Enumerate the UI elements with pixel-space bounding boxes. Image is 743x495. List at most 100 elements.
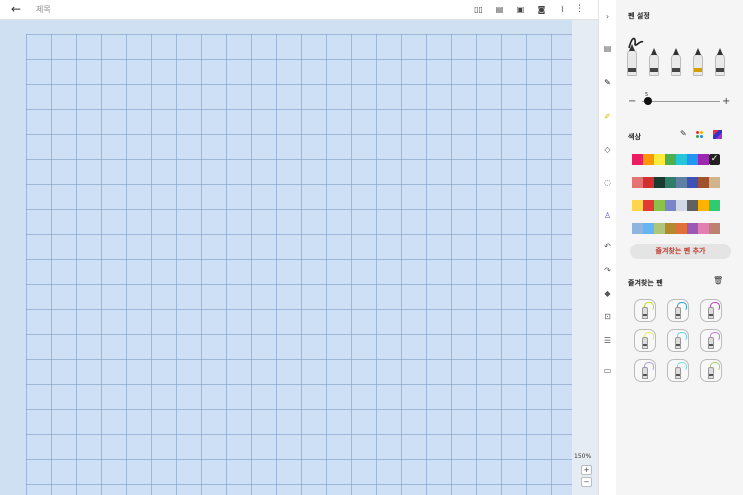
camera-icon[interactable]: ◙: [531, 3, 552, 16]
color-swatch[interactable]: [676, 154, 687, 165]
favorite-pen-icon: [642, 337, 648, 349]
add-favorite-pen-button[interactable]: 즐겨찾는 펜 추가: [630, 244, 731, 259]
color-swatch[interactable]: [687, 154, 698, 165]
pen-size-slider-thumb[interactable]: [644, 97, 652, 105]
image-icon[interactable]: ▣: [510, 3, 531, 16]
color-swatch[interactable]: [632, 177, 643, 188]
color-swatch[interactable]: [665, 223, 676, 234]
favorite-pen-icon: [675, 307, 681, 319]
color-swatch[interactable]: [687, 177, 698, 188]
undo-icon[interactable]: ↶: [599, 240, 616, 254]
color-swatch[interactable]: [698, 223, 709, 234]
layout-icon[interactable]: ▤: [599, 42, 616, 56]
pen-ballpoint[interactable]: [649, 48, 659, 76]
redo-icon[interactable]: ↷: [599, 264, 616, 278]
pen-brush[interactable]: [671, 48, 681, 76]
shapes-icon[interactable]: ◆: [599, 287, 616, 301]
favorite-pen[interactable]: [700, 329, 722, 352]
favorite-pen-icon: [642, 367, 648, 379]
pen-type-list: [626, 34, 738, 76]
canvas-margin-right: [572, 20, 598, 495]
attach-icon[interactable]: ⌇: [552, 3, 573, 16]
eyedropper-icon[interactable]: ✎: [680, 129, 687, 138]
color-swatch[interactable]: [665, 177, 676, 188]
color-swatch[interactable]: [676, 177, 687, 188]
color-swatch[interactable]: [643, 223, 654, 234]
lasso-icon[interactable]: ◌: [599, 176, 616, 190]
color-swatch[interactable]: [698, 200, 709, 211]
pen-pencil[interactable]: [693, 48, 703, 76]
color-swatch[interactable]: [698, 154, 709, 165]
color-swatch[interactable]: [676, 200, 687, 211]
favorite-pen[interactable]: [700, 359, 722, 382]
canvas-margin-top: [26, 20, 572, 34]
template-icon[interactable]: ▤: [489, 3, 510, 16]
favorite-pen[interactable]: [667, 299, 689, 322]
color-swatch[interactable]: [665, 154, 676, 165]
color-swatch[interactable]: [632, 154, 643, 165]
favorite-pen-icon: [675, 367, 681, 379]
eraser-icon[interactable]: ◇: [599, 143, 616, 157]
favorite-pen[interactable]: [634, 299, 656, 322]
zoom-in-button[interactable]: +: [581, 465, 592, 475]
color-swatch[interactable]: [632, 223, 643, 234]
color-swatch[interactable]: [643, 200, 654, 211]
favorite-pen[interactable]: [667, 359, 689, 382]
color-swatch[interactable]: [643, 177, 654, 188]
color-swatch[interactable]: [709, 200, 720, 211]
color-swatch[interactable]: [632, 200, 643, 211]
color-swatch[interactable]: [709, 177, 720, 188]
favorite-pen[interactable]: [700, 299, 722, 322]
more-vertical-icon[interactable]: ⋮: [575, 2, 584, 17]
color-swatch[interactable]: [698, 177, 709, 188]
collapse-icon[interactable]: ›: [599, 10, 616, 24]
toolbar-icons: ▯▯ ▤ ▣ ◙ ⌇: [468, 3, 573, 16]
color-swatch[interactable]: [676, 223, 687, 234]
text-box-icon[interactable]: ⊡: [599, 310, 616, 324]
zoom-level: 150%: [574, 453, 592, 460]
arrow-left-icon[interactable]: ←: [11, 2, 21, 17]
favorite-pen[interactable]: [667, 329, 689, 352]
color-swatch[interactable]: [709, 223, 720, 234]
favorite-pen[interactable]: [634, 329, 656, 352]
pen-fountain[interactable]: [627, 44, 637, 76]
text-format-icon[interactable]: ☰: [599, 334, 616, 348]
color-swatch[interactable]: [687, 200, 698, 211]
book-icon[interactable]: ▯▯: [468, 3, 489, 16]
color-swatch[interactable]: [654, 200, 665, 211]
shape-recognize-icon[interactable]: ♙: [599, 209, 616, 223]
tool-strip: › ▤ ✎ ✐ ◇ ◌ ♙ ↶ ↷ ◆ ⊡ ☰ ▭: [598, 0, 617, 495]
color-swatch[interactable]: [654, 177, 665, 188]
color-swatch-row: [632, 223, 720, 234]
color-swatch[interactable]: [654, 223, 665, 234]
zoom-out-button[interactable]: −: [581, 477, 592, 487]
favorite-pen-icon: [642, 307, 648, 319]
color-swatch[interactable]: [687, 223, 698, 234]
pen-icon[interactable]: ✎: [599, 76, 616, 90]
pen-settings-panel: 펜 설정 5 − + 색상 ✎ ✓ 즐겨찾는 펜 추가 즐겨찾는 펜 🗑: [616, 0, 743, 495]
document-title-input[interactable]: 제목: [36, 4, 51, 15]
color-label: 색상: [628, 133, 641, 141]
color-swatch[interactable]: [665, 200, 676, 211]
palette-icon[interactable]: [696, 131, 706, 140]
color-swatch-row: ✓: [632, 154, 720, 165]
custom-color-icon[interactable]: [713, 130, 722, 139]
color-swatch[interactable]: [643, 154, 654, 165]
trash-icon[interactable]: 🗑: [713, 276, 723, 285]
pen-marker[interactable]: [715, 48, 725, 76]
color-swatch[interactable]: [654, 154, 665, 165]
favorite-pen-icon: [708, 307, 714, 319]
grid-paper[interactable]: [26, 34, 572, 495]
page-icon[interactable]: ▭: [599, 364, 616, 378]
favorite-pen-icon: [708, 337, 714, 349]
size-decrease-button[interactable]: −: [628, 96, 636, 107]
pen-size-slider[interactable]: [642, 101, 720, 102]
favorites-label: 즐겨찾는 펜: [628, 279, 663, 287]
canvas-margin-left: [0, 20, 26, 495]
size-increase-button[interactable]: +: [722, 96, 730, 107]
favorite-pen-icon: [708, 367, 714, 379]
top-bar: ← 제목 ▯▯ ▤ ▣ ◙ ⌇ ⋮: [0, 0, 598, 20]
favorite-pen[interactable]: [634, 359, 656, 382]
highlighter-icon[interactable]: ✐: [599, 110, 616, 124]
color-swatch-selected[interactable]: ✓: [709, 154, 720, 165]
